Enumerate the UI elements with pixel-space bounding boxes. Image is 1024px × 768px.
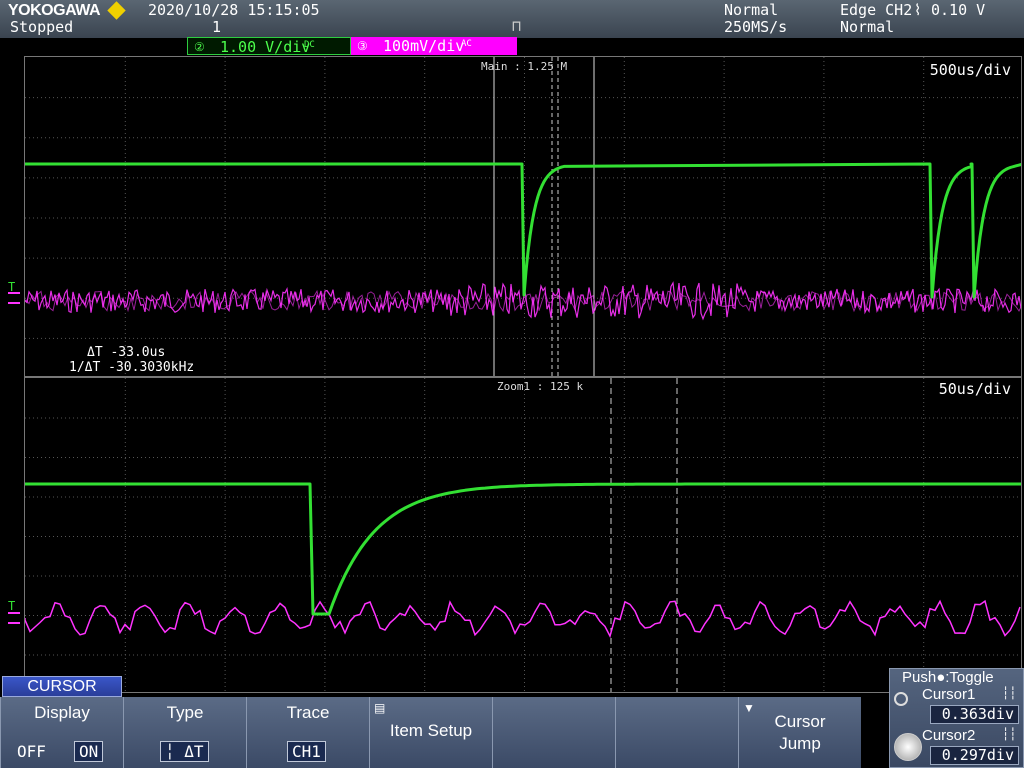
trigger-source: Edge CH2 <box>840 1 913 19</box>
falling-edge-icon: ⌇ <box>914 1 922 19</box>
zoom-waveform-pane[interactable]: Zoom1 : 125 k 50us/div <box>24 377 1022 693</box>
datetime: 2020/10/28 15:15:05 <box>148 1 320 19</box>
ch2-scale-box[interactable]: ② 1.00 V/div DC <box>187 37 351 56</box>
main-waveform-pane[interactable]: Main : 1.25 M 500us/div ΔT -33.0us 1/ΔT … <box>24 56 1022 377</box>
type-value: ╎ ΔT <box>160 741 209 762</box>
status-header: YOKOGAWA Stopped 2020/10/28 15:15:05 1 ⊓… <box>0 0 1024 56</box>
ch3-coupling-icon: AC <box>461 39 472 49</box>
trigger-level: 0.10 V <box>931 1 986 19</box>
ch3-scale-box[interactable]: ③ 100mV/div AC <box>351 37 517 55</box>
empty-softkey-5[interactable] <box>492 697 615 768</box>
ch3-ground-marker-zoom-icon <box>8 612 20 624</box>
cursor2-label: Cursor2 <box>922 727 976 744</box>
display-on-option: ON <box>74 741 104 762</box>
ch2-coupling-icon: DC <box>304 40 315 50</box>
item-setup-softkey[interactable]: ▤ Item Setup <box>369 697 492 768</box>
zoom-record-label: Zoom1 : 125 k <box>497 380 584 393</box>
ch2-trace-zoom <box>25 482 1021 616</box>
ch2-number-icon: ② <box>194 40 205 54</box>
ch3-trace-zoom <box>25 599 1021 639</box>
cursor2-value[interactable]: 0.297div <box>930 746 1019 765</box>
display-softkey[interactable]: Display OFF ON <box>0 697 123 768</box>
menu-title-tab: CURSOR <box>2 676 122 697</box>
ch3-ground-marker-icon <box>8 292 20 304</box>
trace-softkey[interactable]: Trace CH1 <box>246 697 369 768</box>
cursor2-icon: ┆┆ <box>1002 727 1017 741</box>
small-knob-icon[interactable] <box>894 692 908 706</box>
main-record-label: Main : 1.25 M <box>481 60 568 73</box>
toggle-hint: Push●:Toggle <box>902 669 994 686</box>
submenu-icon: ▤ <box>374 701 386 715</box>
empty-softkey-6[interactable] <box>615 697 738 768</box>
ch2-scale: 1.00 V/div <box>220 38 311 56</box>
cursor-jump-softkey[interactable]: ▼ Cursor Jump <box>738 697 861 768</box>
zoom-waveform-plot <box>25 378 1021 692</box>
ch2-level-marker-zoom-icon: T <box>8 599 16 613</box>
trace-value: CH1 <box>287 741 326 762</box>
trace-label: Trace <box>286 703 330 722</box>
delta-t-readout: ΔT -33.0us <box>87 345 166 360</box>
trigger-mode: Normal <box>724 1 779 19</box>
ch3-number-icon: ③ <box>357 39 368 53</box>
large-knob-icon[interactable] <box>894 733 922 761</box>
acquisition-state: Stopped <box>10 18 74 36</box>
ch3-scale: 100mV/div <box>383 37 465 55</box>
cursor-jump-label: Cursor Jump <box>774 712 826 753</box>
main-waveform-plot <box>25 57 1021 376</box>
zoom-grid <box>25 378 1018 691</box>
type-label: Type <box>166 703 204 722</box>
cursor1-label: Cursor1 <box>922 686 976 703</box>
brand-logo: YOKOGAWA <box>8 2 101 19</box>
display-off-option: OFF <box>17 742 46 761</box>
acq-count: 1 <box>212 18 222 36</box>
item-setup-label: Item Setup <box>389 721 473 740</box>
type-softkey[interactable]: Type ╎ ΔT <box>123 697 246 768</box>
trigger-mode-2: Normal <box>840 18 895 36</box>
main-timebase: 500us/div <box>929 61 1011 79</box>
sample-rate: 250MS/s <box>724 18 788 36</box>
inv-delta-t-readout: 1/ΔT -30.3030kHz <box>69 360 195 375</box>
cursor1-icon: ┆┆ <box>1002 686 1017 700</box>
cursor-knob-panel: Push●:Toggle Cursor1 ┆┆ 0.363div Cursor2… <box>889 668 1024 768</box>
cursor1-value[interactable]: 0.363div <box>930 705 1019 724</box>
zoom-timebase: 50us/div <box>938 380 1011 398</box>
trigger-position-icon: ⊓ <box>512 17 522 35</box>
display-label: Display <box>34 703 90 722</box>
ch2-trace-main <box>25 162 1021 299</box>
